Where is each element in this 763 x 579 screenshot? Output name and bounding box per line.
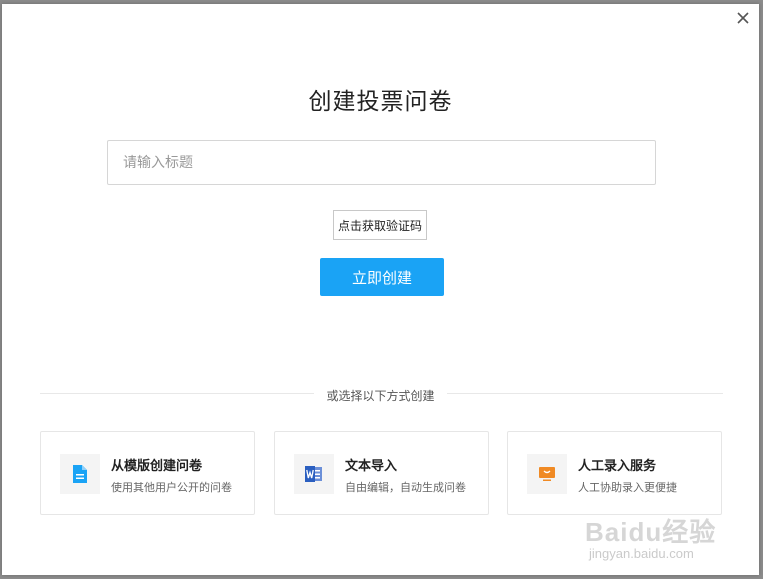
watermark-url: jingyan.baidu.com — [589, 546, 694, 561]
dialog-title: 创建投票问卷 — [308, 89, 453, 115]
create-survey-dialog: 创建投票问卷 点击获取验证码 立即创建 或选择以下方式创建 从模版创建问卷 使用… — [2, 4, 759, 575]
option-desc: 使用其他用户公开的问卷 — [111, 481, 232, 494]
document-icon — [60, 454, 100, 494]
baidu-watermark: Baidu经验 jingyan.baidu.com — [585, 512, 725, 567]
option-desc: 人工协助录入更便捷 — [578, 481, 677, 494]
get-captcha-button[interactable]: 点击获取验证码 — [333, 210, 427, 240]
option-title: 人工录入服务 — [578, 459, 657, 474]
title-input[interactable] — [107, 140, 656, 185]
close-icon[interactable] — [735, 10, 751, 26]
option-card-template[interactable]: 从模版创建问卷 使用其他用户公开的问卷 — [40, 431, 255, 515]
watermark-logo: Baidu经验 — [585, 517, 717, 547]
word-doc-icon — [294, 454, 334, 494]
option-card-manual-service[interactable]: 人工录入服务 人工协助录入更便捷 — [507, 431, 722, 515]
divider-label: 或选择以下方式创建 — [314, 389, 447, 403]
option-title: 文本导入 — [345, 459, 398, 474]
monitor-icon — [527, 454, 567, 494]
option-card-text-import[interactable]: 文本导入 自由编辑，自动生成问卷 — [274, 431, 489, 515]
option-desc: 自由编辑，自动生成问卷 — [345, 481, 466, 494]
option-title: 从模版创建问卷 — [111, 459, 203, 474]
create-now-button[interactable]: 立即创建 — [320, 258, 444, 296]
